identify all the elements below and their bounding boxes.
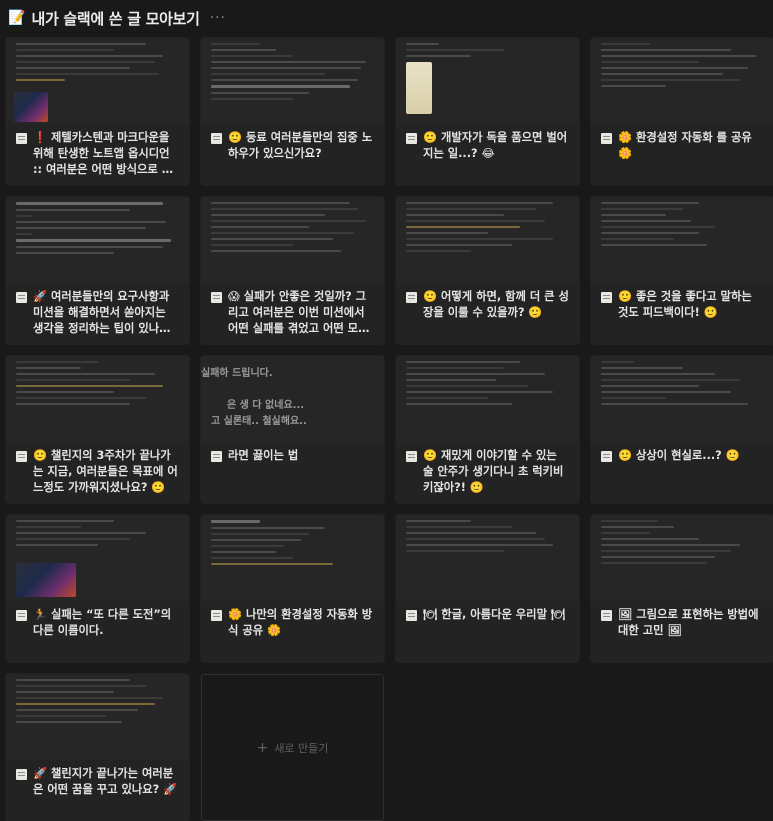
page-icon: [16, 292, 27, 303]
card-title: 🙂 개발자가 독을 품으면 벌어지는 일...? 😂: [423, 131, 568, 160]
card-title: 🏃 실패는 “또 다른 도전”의 다른 이름이다.: [33, 608, 172, 637]
page-icon: [406, 451, 417, 462]
page-icon: [16, 451, 27, 462]
card-title: 😱 실패가 안좋은 것일까? 그리고 여러분은 이번 미션에서 어떤 실패를 겪…: [228, 290, 369, 335]
page-icon: [16, 769, 27, 780]
new-page-button[interactable]: + 새로 만들기: [201, 674, 384, 821]
page-icon: [211, 133, 222, 144]
card-title: 라면 끓이는 법: [228, 449, 299, 462]
page-icon: [601, 451, 612, 462]
gallery-card[interactable]: 실패하 드립니다. 은 생 다 없네요... 고 실론태.. 철실해요.. 라면…: [201, 356, 384, 503]
gallery-card[interactable]: 🖼 그림으로 표현하는 방법에 대한 고민 🖼: [591, 515, 773, 662]
gallery-card[interactable]: 😱 실패가 안좋은 것일까? 그리고 여러분은 이번 미션에서 어떤 실패를 겪…: [201, 197, 384, 344]
card-preview: [6, 515, 189, 601]
page-icon: [211, 292, 222, 303]
preview-image: [14, 92, 48, 122]
card-preview: [6, 38, 189, 124]
card-title: 🚀 여러분들만의 요구사항과 미션을 해결하면서 쏟아지는 생각을 정리하는 팁…: [33, 290, 177, 335]
card-title: 🙂 어떻게 하면, 함께 더 큰 성장을 이룰 수 있을까? 🙂: [423, 290, 569, 319]
card-preview: [6, 356, 189, 442]
card-preview: [6, 197, 189, 283]
preview-text: 실패하 드립니다.: [201, 368, 273, 379]
page-icon: [16, 610, 27, 621]
gallery-card[interactable]: 🚀 여러분들만의 요구사항과 미션을 해결하면서 쏟아지는 생각을 정리하는 팁…: [6, 197, 189, 344]
page-icon: [406, 133, 417, 144]
card-title: 🍽 한글, 아름다운 우리말 🍽: [423, 608, 566, 621]
memo-icon[interactable]: 📝: [8, 11, 25, 25]
gallery-card[interactable]: 🙂 어떻게 하면, 함께 더 큰 성장을 이룰 수 있을까? 🙂: [396, 197, 579, 344]
gallery-card[interactable]: 🚀 챌린지가 끝나가는 여러분은 어떤 꿈을 꾸고 있나요? 🚀: [6, 674, 189, 821]
card-preview: [591, 197, 773, 283]
new-page-label: 새로 만들기: [274, 741, 329, 755]
card-title: 🙂 챌린지의 3주차가 끝나가는 지금, 여러분들은 목표에 어느정도 가까워지…: [33, 449, 178, 494]
card-preview: [591, 356, 773, 442]
page-icon: [406, 610, 417, 621]
gallery-card[interactable]: ❗ 제텔카스텐과 마크다운을 위해 탄생한 노트앱 옵시디언 :: 여러분은 어…: [6, 38, 189, 185]
page-header: 📝 내가 슬랙에 쓴 글 모아보기 ···: [8, 6, 226, 30]
gallery-card[interactable]: 🌼 환경설정 자동화 를 공유 🌼: [591, 38, 773, 185]
gallery-card[interactable]: 🙂 둥료 여러분들만의 집중 노하우가 있으신가요?: [201, 38, 384, 185]
page-icon: [406, 292, 417, 303]
card-preview: 실패하 드립니다. 은 생 다 없네요... 고 실론태.. 철실해요..: [201, 356, 384, 442]
card-title: 🙂 상상이 현실로...? 🙂: [618, 449, 740, 462]
card-preview: [201, 197, 384, 283]
page-icon: [601, 610, 612, 621]
page-icon: [16, 133, 27, 144]
gallery-card[interactable]: 🏃 실패는 “또 다른 도전”의 다른 이름이다.: [6, 515, 189, 662]
card-preview: [591, 38, 773, 124]
gallery-card[interactable]: 🙂 개발자가 독을 품으면 벌어지는 일...? 😂: [396, 38, 579, 185]
preview-image: [16, 563, 76, 597]
page-icon: [601, 292, 612, 303]
card-title: 🌼 환경설정 자동화 를 공유 🌼: [618, 131, 752, 160]
gallery-card[interactable]: 🌼 나만의 환경설정 자동화 방식 공유 🌼: [201, 515, 384, 662]
card-preview: [396, 38, 579, 124]
card-title: 🙂 둥료 여러분들만의 집중 노하우가 있으신가요?: [228, 131, 373, 160]
page-icon: [211, 610, 222, 621]
card-title: ❗ 제텔카스텐과 마크다운을 위해 탄생한 노트앱 옵시디언 :: 여러분은 어…: [33, 131, 173, 176]
gallery-card[interactable]: 🙂 상상이 현실로...? 🙂: [591, 356, 773, 503]
card-preview: [396, 356, 579, 442]
card-title: 🚀 챌린지가 끝나가는 여러분은 어떤 꿈을 꾸고 있나요? 🚀: [33, 767, 178, 796]
preview-text: 은 생 다 없네요...: [227, 400, 305, 411]
card-title: 🙂 재밌게 이야기할 수 있는 술 안주가 생기다니 초 럭키비키잖아?! 🙂: [423, 449, 564, 494]
plus-icon: +: [256, 739, 269, 756]
more-options-button[interactable]: ···: [210, 10, 226, 26]
page-icon: [601, 133, 612, 144]
card-preview: [201, 38, 384, 124]
gallery-card[interactable]: 🍽 한글, 아름다운 우리말 🍽: [396, 515, 579, 662]
card-preview: [396, 197, 579, 283]
gallery-card[interactable]: 🙂 좋은 것을 좋다고 말하는 것도 피드백이다! 🙂: [591, 197, 773, 344]
card-preview: [201, 515, 384, 601]
page-icon: [211, 451, 222, 462]
card-title: 🙂 좋은 것을 좋다고 말하는 것도 피드백이다! 🙂: [618, 290, 752, 319]
card-title: 🖼 그림으로 표현하는 방법에 대한 고민 🖼: [618, 608, 759, 637]
card-preview: [396, 515, 579, 601]
page-title[interactable]: 내가 슬랙에 쓴 글 모아보기: [31, 8, 200, 29]
gallery-grid: ❗ 제텔카스텐과 마크다운을 위해 탄생한 노트앱 옵시디언 :: 여러분은 어…: [6, 38, 773, 821]
gallery-card[interactable]: 🙂 재밌게 이야기할 수 있는 술 안주가 생기다니 초 럭키비키잖아?! 🙂: [396, 356, 579, 503]
card-preview: [591, 515, 773, 601]
preview-image: [406, 62, 432, 114]
preview-text: 고 실론태.. 철실해요..: [211, 416, 307, 427]
card-title: 🌼 나만의 환경설정 자동화 방식 공유 🌼: [228, 608, 373, 637]
card-preview: [6, 674, 189, 760]
gallery-card[interactable]: 🙂 챌린지의 3주차가 끝나가는 지금, 여러분들은 목표에 어느정도 가까워지…: [6, 356, 189, 503]
